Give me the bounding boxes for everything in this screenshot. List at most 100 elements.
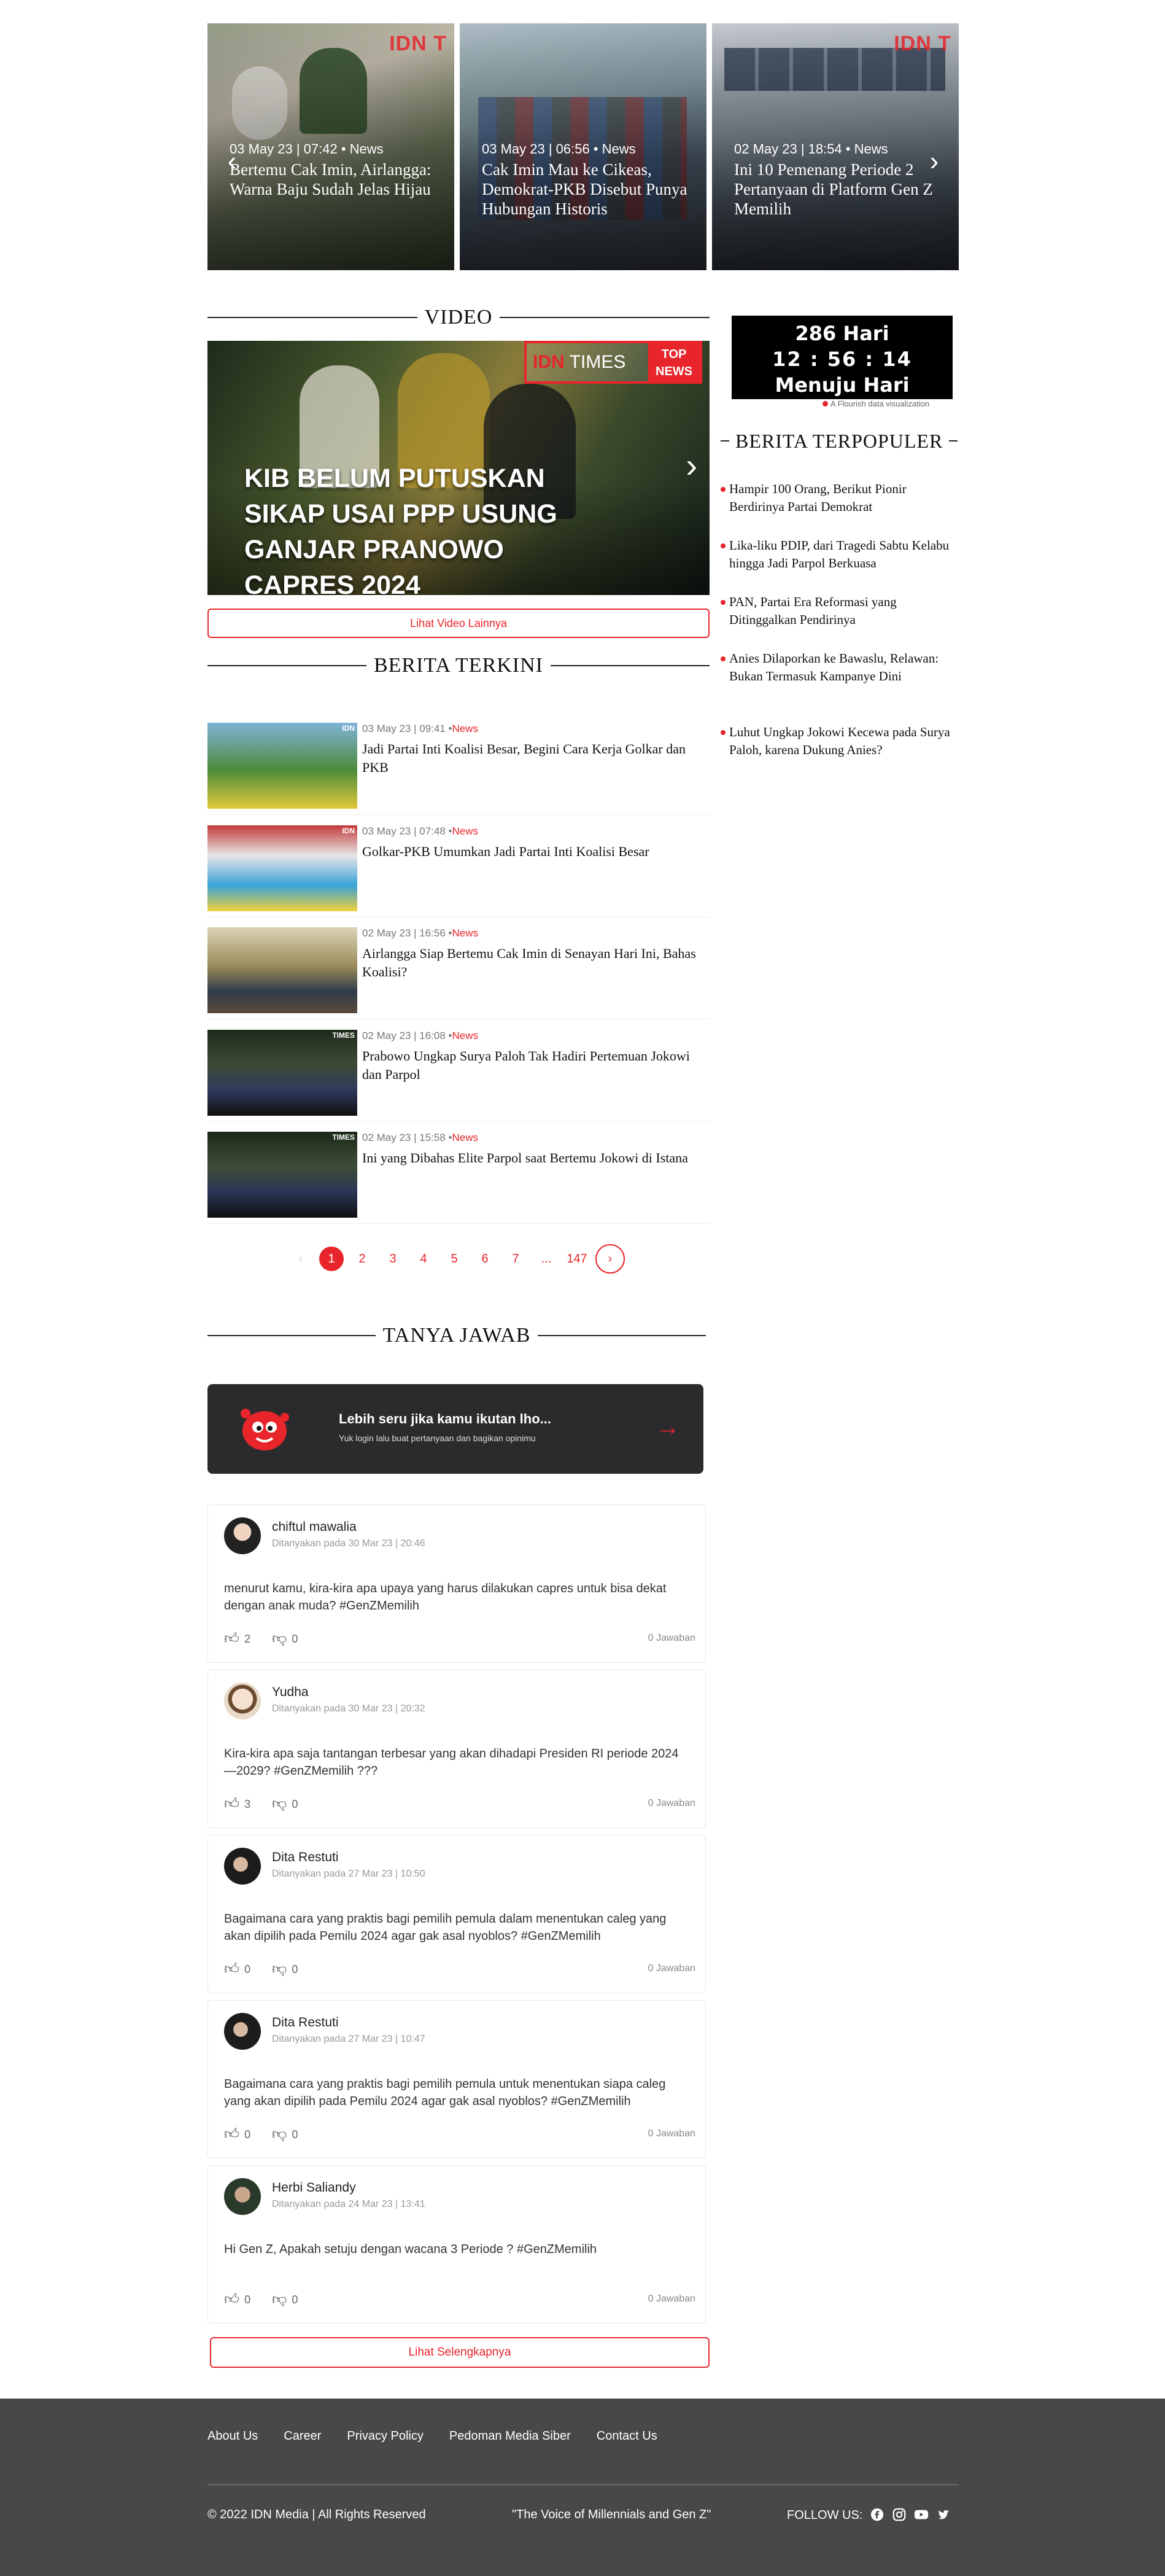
news-item[interactable]: IDN 03 May 23 | 09:41 •News Jadi Partai … <box>207 723 710 815</box>
news-category[interactable]: News <box>452 1132 478 1143</box>
question-text[interactable]: Hi Gen Z, Apakah setuju dengan wacana 3 … <box>224 2241 691 2258</box>
news-thumbnail: IDN <box>207 723 357 809</box>
thumbs-up-icon: 👍︎ <box>224 1796 240 1812</box>
page-number[interactable]: 6 <box>473 1247 497 1271</box>
question-card[interactable]: Dita Restuti Ditanyakan pada 27 Mar 23 |… <box>207 2000 706 2158</box>
thumbs-up-icon: 👍︎ <box>224 2126 240 2142</box>
page-number[interactable]: 2 <box>350 1247 374 1271</box>
news-item[interactable]: TIMES 02 May 23 | 16:08 •News Prabowo Un… <box>207 1030 710 1122</box>
twitter-icon[interactable] <box>936 2508 951 2523</box>
page-number[interactable]: 1 <box>319 1247 344 1271</box>
footer-link-contact[interactable]: Contact Us <box>597 2429 657 2443</box>
like-button[interactable]: 👍︎ 3 <box>224 1796 250 1813</box>
page-number[interactable]: 147 <box>565 1247 589 1271</box>
prev-page-icon[interactable]: ‹ <box>288 1247 313 1271</box>
carousel-next-icon[interactable]: › <box>922 148 946 175</box>
news-title[interactable]: Airlangga Siap Bertemu Cak Imin di Senay… <box>362 944 706 981</box>
facebook-icon[interactable] <box>870 2508 884 2523</box>
slide-meta: 02 May 23 | 18:54 • News <box>734 141 888 157</box>
more-videos-button[interactable]: Lihat Video Lainnya <box>207 609 710 638</box>
news-category[interactable]: News <box>452 1030 478 1041</box>
question-date: Ditanyakan pada 30 Mar 23 | 20:46 <box>272 1538 425 1549</box>
slide-title[interactable]: Cak Imin Mau ke Cikeas, Demokrat-PKB Dis… <box>482 160 691 219</box>
question-author[interactable]: Dita Restuti <box>272 1850 339 1865</box>
carousel-slide[interactable]: IDN T 02 May 23 | 18:54 • News Ini 10 Pe… <box>712 23 959 270</box>
carousel-slide[interactable]: IDN T 03 May 23 | 07:42 • News Bertemu C… <box>207 23 454 270</box>
question-card[interactable]: Herbi Saliandy Ditanyakan pada 24 Mar 23… <box>207 2165 706 2324</box>
dislike-button[interactable]: 👎︎ 0 <box>272 2291 298 2308</box>
question-card[interactable]: Dita Restuti Ditanyakan pada 27 Mar 23 |… <box>207 1835 706 1993</box>
thumbs-down-icon: 👎︎ <box>272 2126 287 2142</box>
slide-title[interactable]: Bertemu Cak Imin, Airlangga: Warna Baju … <box>230 160 438 199</box>
dislike-button[interactable]: 👎︎ 0 <box>272 1630 298 1648</box>
popular-item[interactable]: Lika-liku PDIP, dari Tragedi Sabtu Kelab… <box>721 537 959 572</box>
like-button[interactable]: 👍︎ 0 <box>224 2291 250 2308</box>
news-item[interactable]: TIMES 02 May 23 | 15:58 •News Ini yang D… <box>207 1132 710 1224</box>
page-number[interactable]: 4 <box>411 1247 436 1271</box>
popular-section-heading: BERITA TERPOPULER <box>721 429 959 453</box>
video-next-icon[interactable]: › <box>686 445 697 485</box>
arrow-right-icon[interactable]: → <box>656 1414 680 1441</box>
news-category[interactable]: News <box>452 927 478 939</box>
question-author[interactable]: Herbi Saliandy <box>272 2181 356 2195</box>
page-number[interactable]: 5 <box>442 1247 466 1271</box>
footer-link-about[interactable]: About Us <box>207 2429 258 2443</box>
see-more-questions-button[interactable]: Lihat Selengkapnya <box>210 2337 710 2368</box>
news-title[interactable]: Prabowo Ungkap Surya Paloh Tak Hadiri Pe… <box>362 1047 706 1084</box>
like-button[interactable]: 👍︎ 2 <box>224 1630 250 1648</box>
question-author[interactable]: Yudha <box>272 1685 309 1700</box>
carousel-prev-icon[interactable]: ‹ <box>220 148 244 175</box>
like-button[interactable]: 👍︎ 0 <box>224 1961 250 1978</box>
question-text[interactable]: Bagaimana cara yang praktis bagi pemilih… <box>224 1910 691 1945</box>
question-card[interactable]: chiftul mawalia Ditanyakan pada 30 Mar 2… <box>207 1504 706 1663</box>
question-author[interactable]: Dita Restuti <box>272 2015 339 2030</box>
question-text[interactable]: menurut kamu, kira-kira apa upaya yang h… <box>224 1580 691 1614</box>
news-item[interactable]: 02 May 23 | 16:56 •News Airlangga Siap B… <box>207 927 710 1019</box>
question-card[interactable]: Yudha Ditanyakan pada 30 Mar 23 | 20:32 … <box>207 1670 706 1828</box>
news-category[interactable]: News <box>452 825 478 837</box>
news-category[interactable]: News <box>452 723 478 734</box>
dislike-button[interactable]: 👎︎ 0 <box>272 1796 298 1813</box>
question-text[interactable]: Kira-kira apa saja tantangan terbesar ya… <box>224 1745 691 1780</box>
idn-watermark: IDN T <box>894 32 951 55</box>
footer-link-privacy[interactable]: Privacy Policy <box>347 2429 423 2443</box>
answer-count[interactable]: 0 Jawaban <box>648 1798 695 1809</box>
page-number[interactable]: 7 <box>503 1247 528 1271</box>
video-player[interactable]: IDN TIMES TOP NEWS KIB BELUM PUTUSKAN SIKA… <box>207 341 710 595</box>
dislike-button[interactable]: 👎︎ 0 <box>272 1961 298 1978</box>
news-item[interactable]: IDN 03 May 23 | 07:48 •News Golkar-PKB U… <box>207 825 710 917</box>
answer-count[interactable]: 0 Jawaban <box>648 2294 695 2305</box>
like-button[interactable]: 👍︎ 0 <box>224 2126 250 2143</box>
next-page-icon[interactable]: › <box>595 1244 625 1274</box>
answer-count[interactable]: 0 Jawaban <box>648 1633 695 1644</box>
footer-link-career[interactable]: Career <box>284 2429 321 2443</box>
youtube-icon[interactable] <box>914 2508 929 2523</box>
popular-item[interactable]: Anies Dilaporkan ke Bawaslu, Relawan: Bu… <box>721 650 959 685</box>
news-title[interactable]: Golkar-PKB Umumkan Jadi Partai Inti Koal… <box>362 842 706 861</box>
question-author[interactable]: chiftul mawalia <box>272 1520 357 1535</box>
slide-title[interactable]: Ini 10 Pemenang Periode 2 Pertanyaan di … <box>734 160 943 219</box>
answer-count[interactable]: 0 Jawaban <box>648 2128 695 2139</box>
news-title[interactable]: Ini yang Dibahas Elite Parpol saat Berte… <box>362 1149 706 1167</box>
avatar <box>224 2178 261 2215</box>
question-text[interactable]: Bagaimana cara yang praktis bagi pemilih… <box>224 2076 691 2110</box>
thumbs-down-icon: 👎︎ <box>272 2291 287 2308</box>
popular-item[interactable]: Luhut Ungkap Jokowi Kecewa pada Surya Pa… <box>721 723 959 759</box>
flourish-credit[interactable]: A Flourish data visualization <box>822 399 929 408</box>
answer-count[interactable]: 0 Jawaban <box>648 1963 695 1974</box>
login-banner[interactable]: Lebih seru jika kamu ikutan lho... Yuk l… <box>207 1384 703 1474</box>
popular-item[interactable]: Hampir 100 Orang, Berikut Pionir Berdiri… <box>721 480 959 516</box>
election-countdown: 286 Hari 12 : 56 : 14 Menuju Hari Pencob… <box>732 316 953 399</box>
idn-times-top-news-badge: IDN TIMES TOP NEWS <box>524 341 702 384</box>
instagram-icon[interactable] <box>892 2508 907 2523</box>
carousel-slide[interactable]: 03 May 23 | 06:56 • News Cak Imin Mau ke… <box>460 23 706 270</box>
countdown-label: Menuju Hari Pencoblosan <box>772 373 912 399</box>
dislike-button[interactable]: 👎︎ 0 <box>272 2126 298 2143</box>
copyright: © 2022 IDN Media | All Rights Reserved <box>207 2508 426 2521</box>
question-date: Ditanyakan pada 24 Mar 23 | 13:41 <box>272 2199 425 2209</box>
page-number[interactable]: 3 <box>381 1247 405 1271</box>
popular-item[interactable]: PAN, Partai Era Reformasi yang Ditinggal… <box>721 593 959 629</box>
news-title[interactable]: Jadi Partai Inti Koalisi Besar, Begini C… <box>362 740 706 777</box>
footer-link-pedoman[interactable]: Pedoman Media Siber <box>449 2429 571 2443</box>
news-date: 03 May 23 | 07:48 • <box>362 825 452 837</box>
